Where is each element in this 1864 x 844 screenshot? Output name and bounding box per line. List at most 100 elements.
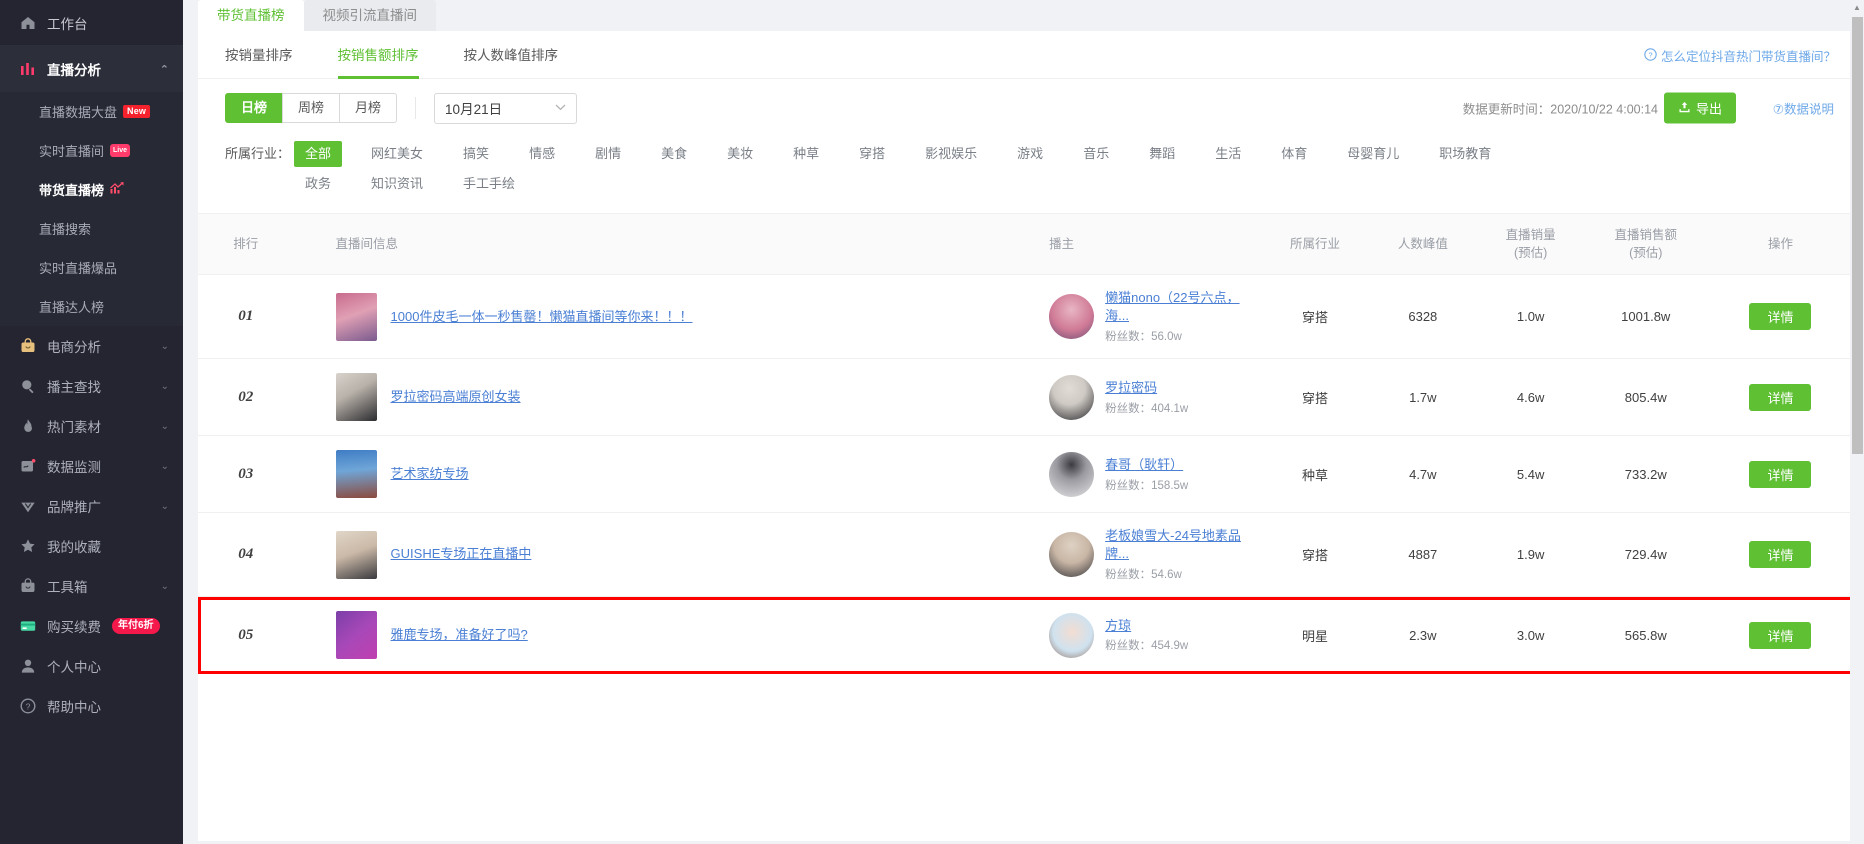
- sidebar-item-live-dashboard[interactable]: 直播数据大盘 New: [0, 92, 183, 131]
- sidebar-item-data-monitor[interactable]: 数据监测 ⌄: [0, 446, 183, 486]
- cell-volume: 4.6w: [1476, 358, 1585, 437]
- industry-tag-0[interactable]: 全部: [294, 141, 343, 167]
- industry-tag-2[interactable]: 搞笑: [452, 141, 500, 167]
- scroll-up-arrow-icon[interactable]: ▲: [1850, 0, 1864, 14]
- sidebar-item-my-favorites[interactable]: 我的收藏: [0, 526, 183, 566]
- industry-tag-7[interactable]: 种草: [782, 141, 830, 167]
- room-thumbnail[interactable]: [335, 373, 377, 422]
- cell-room-info: 雅鹿专场，准备好了吗?: [293, 596, 1044, 674]
- sidebar-item-help-center[interactable]: ? 帮助中心: [0, 686, 183, 726]
- industry-tag-3[interactable]: 情感: [518, 141, 566, 167]
- industry-tag-1[interactable]: 网红美女: [360, 141, 434, 167]
- industry-tag-5[interactable]: 美食: [650, 141, 698, 167]
- sidebar-item-personal-center[interactable]: 个人中心: [0, 646, 183, 686]
- sidebar-item-ecommerce-analysis[interactable]: 电商分析 ⌄: [0, 326, 183, 366]
- industry-tag-10[interactable]: 游戏: [1006, 141, 1054, 167]
- host-name-link[interactable]: 春哥（耿轩）: [1105, 457, 1183, 472]
- avatar[interactable]: [1049, 294, 1095, 340]
- sidebar-item-host-search[interactable]: 播主查找 ⌄: [0, 366, 183, 406]
- host-name-link[interactable]: 方琼: [1105, 618, 1131, 633]
- room-title-link[interactable]: GUISHE专场正在直播中: [391, 545, 532, 563]
- scrollbar-thumb[interactable]: [1852, 17, 1863, 454]
- industry-tag-12[interactable]: 舞蹈: [1138, 141, 1186, 167]
- avatar[interactable]: [1049, 612, 1095, 658]
- period-weekly[interactable]: 周榜: [282, 93, 341, 123]
- period-label-1: 周榜: [298, 100, 325, 115]
- period-daily[interactable]: 日榜: [225, 93, 284, 123]
- industry-tag-11[interactable]: 音乐: [1072, 141, 1120, 167]
- th-action-label: 操作: [1767, 237, 1793, 252]
- detail-button[interactable]: 详情: [1749, 383, 1812, 411]
- sidebar-item-live-search[interactable]: 直播搜索: [0, 209, 183, 248]
- sort-by-sales-amount[interactable]: 按销售额排序: [337, 31, 419, 79]
- cell-rank: 05: [198, 596, 294, 674]
- user-icon: [20, 658, 36, 674]
- sidebar-group-label: 直播分析: [47, 63, 101, 78]
- host-name-link[interactable]: 老板娘雪大-24号地素品牌...: [1105, 528, 1241, 561]
- industry-tag-4[interactable]: 剧情: [584, 141, 632, 167]
- period-monthly[interactable]: 月榜: [339, 93, 398, 123]
- room-title-link[interactable]: 艺术家纺专场: [391, 465, 469, 483]
- detail-button[interactable]: 详情: [1749, 621, 1812, 649]
- sidebar-item-toolbox[interactable]: 工具箱 ⌄: [0, 566, 183, 606]
- room-title-link[interactable]: 雅鹿专场，准备好了吗?: [391, 626, 528, 644]
- industry-tag-13[interactable]: 生活: [1204, 141, 1252, 167]
- table-row[interactable]: 05 雅鹿专场，准备好了吗? 方琼 粉丝数：454.9w 明星 2.3w 3.0…: [198, 596, 1854, 674]
- sort-label-1: 按销售额排序: [337, 47, 419, 63]
- sidebar-item-brand-promotion[interactable]: 品牌推广 ⌄: [0, 486, 183, 526]
- industry-tag-14[interactable]: 体育: [1270, 141, 1318, 167]
- table-row[interactable]: 04 GUISHE专场正在直播中 老板娘雪大-24号地素品牌... 粉丝数：54…: [198, 512, 1854, 597]
- industry-tag-8[interactable]: 穿搭: [848, 141, 896, 167]
- sort-by-volume[interactable]: 按销量排序: [225, 31, 293, 79]
- table-row[interactable]: 01 1000件皮毛一体一秒售罄！懒猫直播间等你来！！！ 懒猫nono（22号六…: [198, 274, 1854, 360]
- industry-tag-9[interactable]: 影视娱乐: [914, 141, 988, 167]
- industry-tag-18[interactable]: 知识资讯: [360, 171, 434, 197]
- sort-label-0: 按销量排序: [225, 47, 293, 63]
- room-thumbnail[interactable]: [335, 611, 377, 659]
- monitor-icon: [20, 458, 36, 474]
- sidebar-submenu: 直播数据大盘 New 实时直播间 Live 带货直播榜 直播搜索 实时直播爆品 …: [0, 92, 183, 326]
- sidebar-item-hot-material[interactable]: 热门素材 ⌄: [0, 406, 183, 446]
- industry-tag-19[interactable]: 手工手绘: [452, 171, 526, 197]
- avatar[interactable]: [1049, 532, 1095, 578]
- sidebar-item-live-influencer-rank[interactable]: 直播达人榜: [0, 287, 183, 326]
- tab-sales-live-rank[interactable]: 带货直播榜: [198, 0, 304, 31]
- sidebar-item-purchase-renew[interactable]: 购买续费 年付6折: [0, 606, 183, 646]
- sidebar-item-realtime-room[interactable]: 实时直播间 Live: [0, 131, 183, 170]
- detail-button[interactable]: 详情: [1749, 460, 1812, 488]
- date-select[interactable]: 10月21日: [434, 92, 578, 124]
- industry-tag-6[interactable]: 美妆: [716, 141, 764, 167]
- sidebar-item-workbench[interactable]: 工作台: [0, 0, 183, 46]
- page-scrollbar[interactable]: ▲: [1850, 0, 1864, 844]
- cell-host: 春哥（耿轩） 粉丝数：158.5w: [1043, 435, 1262, 514]
- data-description-link[interactable]: ⑦数据说明: [1773, 99, 1834, 118]
- tab-video-traffic-room[interactable]: 视频引流直播间: [303, 0, 436, 31]
- cell-action: 详情: [1706, 274, 1854, 360]
- host-name-link[interactable]: 罗拉密码: [1105, 380, 1157, 395]
- detail-button[interactable]: 详情: [1749, 303, 1812, 331]
- room-title-link[interactable]: 1000件皮毛一体一秒售罄！懒猫直播间等你来！！！: [391, 308, 693, 326]
- fans-value: 404.1w: [1151, 402, 1189, 415]
- table-row[interactable]: 02 罗拉密码高端原创女装 罗拉密码 粉丝数：404.1w 穿搭 1.7w 4.…: [198, 358, 1854, 437]
- industry-tag-17[interactable]: 政务: [294, 171, 342, 197]
- room-thumbnail[interactable]: [335, 292, 377, 341]
- sort-by-peak-viewers[interactable]: 按人数峰值排序: [464, 31, 559, 79]
- top-tabs: 带货直播榜 视频引流直播间: [183, 0, 1864, 31]
- room-thumbnail[interactable]: [335, 530, 377, 579]
- howto-link[interactable]: ? 怎么定位抖音热门带货直播间？: [1644, 46, 1836, 65]
- th-volume: 直播销量 (预估): [1476, 214, 1585, 276]
- industry-tag-15[interactable]: 母婴育儿: [1336, 141, 1410, 167]
- sidebar-item-sales-live-rank[interactable]: 带货直播榜: [0, 170, 183, 209]
- detail-button[interactable]: 详情: [1749, 541, 1812, 569]
- sidebar-item-realtime-hot-product[interactable]: 实时直播爆品: [0, 248, 183, 287]
- export-label: 导出: [1695, 101, 1722, 117]
- industry-tag-16[interactable]: 职场教育: [1428, 141, 1502, 167]
- room-thumbnail[interactable]: [335, 450, 377, 499]
- export-button[interactable]: 导出: [1663, 92, 1736, 124]
- sidebar-group-live-analysis[interactable]: 直播分析 ⌃: [0, 46, 183, 92]
- host-name-link[interactable]: 懒猫nono（22号六点，海...: [1105, 290, 1239, 323]
- avatar[interactable]: [1049, 451, 1095, 497]
- table-row[interactable]: 03 艺术家纺专场 春哥（耿轩） 粉丝数：158.5w 种草 4.7w 5.4w…: [198, 435, 1854, 514]
- room-title-link[interactable]: 罗拉密码高端原创女装: [391, 388, 521, 406]
- avatar[interactable]: [1049, 374, 1095, 420]
